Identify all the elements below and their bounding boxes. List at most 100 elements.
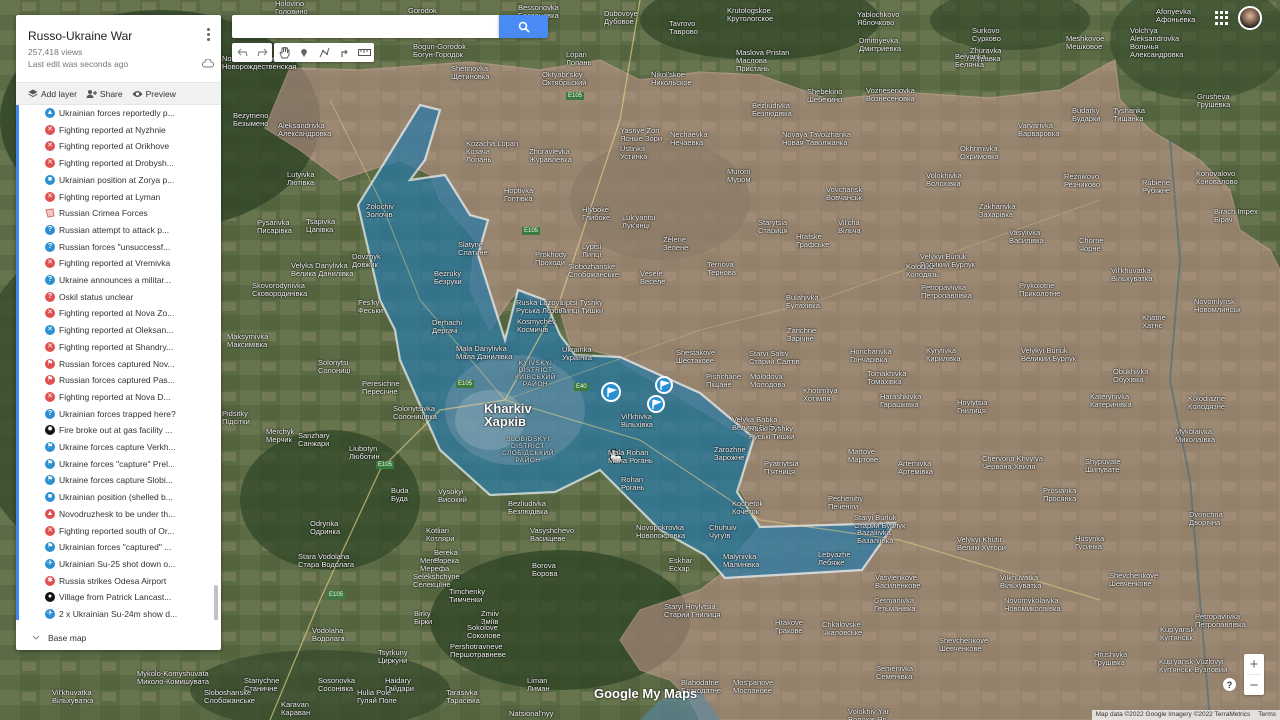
layer-item[interactable]: ? Ukraine announces a militar... — [45, 272, 171, 288]
layer-item[interactable]: ✕ Fighting reported at Shandry... — [45, 339, 173, 355]
place-label: Sosonovka Сосонівка — [318, 676, 356, 693]
layer-item[interactable]: ✕ Fighting reported south of Or... — [45, 523, 174, 539]
layer-item[interactable]: ⚑ Ukrainian forces "captured" ... — [45, 539, 171, 555]
layer-item[interactable]: ✱ Russia strikes Odesa Airport — [45, 573, 166, 589]
panel-scrollbar[interactable] — [214, 585, 218, 620]
add-layer-label: Add layer — [41, 88, 77, 99]
terms-link[interactable]: Terms — [1258, 710, 1276, 720]
preview-button[interactable]: Preview — [132, 89, 176, 99]
place-label: Dvorichna Дворічна — [1189, 510, 1223, 527]
layer-item[interactable]: ⚑ Russian forces captured Pas... — [45, 372, 175, 388]
place-label: Lebyazhe Лебяже — [818, 550, 851, 567]
layer-item[interactable]: ▲ Novodruzhesk to be under th... — [45, 506, 175, 522]
layer-item[interactable]: ? Ukrainian forces trapped here? — [45, 406, 176, 422]
map-title[interactable]: Russo-Ukraine War — [28, 29, 132, 43]
layer-item[interactable]: ■ Ukrainian position at Zorya p... — [45, 172, 174, 188]
crossed-swords-icon: ✕ — [45, 141, 55, 152]
layer-item[interactable]: ✕ Fighting reported at Nova Zo... — [45, 305, 174, 321]
draw-line-icon — [319, 47, 330, 58]
place-label: Derhachi Дергачі — [432, 318, 463, 335]
layers-icon — [28, 89, 38, 98]
place-label: Aleksandrivka Александровка — [278, 121, 332, 138]
directions-button[interactable] — [334, 43, 354, 62]
layer-item-label: Novodruzhesk to be under th... — [59, 508, 176, 519]
add-layer-button[interactable]: Add layer — [28, 89, 77, 99]
place-label: Pechenihy Печеніги — [828, 494, 864, 511]
zoom-in-button[interactable]: + — [1244, 654, 1264, 674]
place-label: Maslova Pristan Маслова Пристань — [736, 48, 790, 73]
layer-item[interactable]: ● Village from Patrick Lancast... — [45, 589, 171, 605]
search-input[interactable] — [232, 15, 499, 38]
measure-button[interactable] — [354, 43, 374, 62]
place-label: Luk'yantsi Лук'янці — [622, 213, 656, 230]
layer-item-label: Ukrainian forces trapped here? — [59, 408, 176, 419]
layer-item[interactable]: ? Oskil status unclear — [45, 289, 133, 305]
layer-item[interactable]: ✕ Fighting reported at Nyzhnie — [45, 122, 166, 138]
cloud-saved-icon — [202, 59, 214, 68]
place-label: Shevchenkove Шевченкове — [939, 636, 989, 653]
place-label: Zolochiv Золочів — [366, 202, 394, 219]
apps-grid-icon[interactable] — [1215, 11, 1229, 25]
layer-item[interactable]: ■ Ukrainian position (shelled b... — [45, 489, 173, 505]
layer-item[interactable]: ✕ Fighting reported at Vremivka — [45, 255, 170, 271]
layer-item[interactable]: ✕ Fighting reported at Orikhove — [45, 138, 169, 154]
layer-item[interactable]: ✈ Ukrainian Su-25 shot down o... — [45, 556, 175, 572]
layer-item[interactable]: ? Russian forces "unsuccessf... — [45, 239, 170, 255]
place-label: Velyka Danylivka Велика Данилівка — [291, 261, 354, 278]
place-label: Petropavlivka Петропавлівка — [1195, 612, 1246, 629]
share-button[interactable]: Share — [86, 89, 123, 99]
layer-item[interactable]: ⚑ Ukraine forces "capture" Prel... — [45, 456, 175, 472]
layer-item[interactable]: ✈ 2 x Ukrainian Su-24m show d... — [45, 606, 177, 620]
place-label: Kolodiazne Колодязне — [1188, 394, 1226, 411]
layer-item[interactable]: ✕ Fighting reported at Oleksan... — [45, 322, 173, 338]
place-label: Tomakhivka Томахівка — [867, 369, 907, 386]
layer-item-label: Russian forces captured Nov... — [59, 358, 175, 369]
question-icon: ? — [45, 291, 55, 302]
layer-item[interactable]: ▲ Ukrainian forces reportedly p... — [45, 105, 175, 121]
more-options-button[interactable] — [202, 27, 214, 41]
layer-item[interactable]: ✕ Fighting reported at Lyman — [45, 189, 160, 205]
place-label: Lutyivka Лютівка — [287, 170, 315, 187]
layer-item[interactable]: ⚑ Ukraine forces capture Slobi... — [45, 472, 173, 488]
search-button[interactable] — [499, 15, 548, 38]
add-marker-button[interactable] — [294, 43, 314, 62]
place-label: Vil'khuvatka Вільхуватка — [1111, 266, 1153, 283]
layer-item[interactable]: ✕ Fighting reported at Drobysh... — [45, 155, 174, 171]
map-toolbar — [232, 43, 374, 62]
undo-button[interactable] — [232, 43, 252, 62]
eye-icon — [132, 90, 143, 97]
dot-icon — [206, 32, 210, 36]
layer-item-label: Fighting reported south of Or... — [59, 525, 175, 536]
place-label: Chorne Чорне — [1079, 236, 1104, 253]
flag-marker — [601, 382, 621, 402]
layer-item[interactable]: ✕ Fighting reported at Nova D... — [45, 389, 171, 405]
place-label: Konovalovo Коновалово — [1196, 169, 1238, 186]
layer-item-label: Ukraine forces capture Slobi... — [59, 475, 173, 486]
flag-icon: ⚑ — [45, 458, 55, 469]
draw-line-button[interactable] — [314, 43, 334, 62]
place-label: Merchyk Мерчик — [266, 427, 295, 444]
user-avatar[interactable] — [1238, 6, 1262, 30]
help-button[interactable]: ? — [1223, 678, 1236, 691]
base-map-toggle[interactable]: Base map — [32, 633, 86, 643]
layer-item[interactable]: ⚑ Russian forces captured Nov... — [45, 356, 175, 372]
layer-item-label: Ukraine forces capture Verkh... — [59, 442, 176, 452]
layer-item[interactable]: ✹ Fire broke out at gas facility ... — [45, 422, 172, 438]
place-label: Liubotyn Люботин — [349, 444, 380, 461]
layer-item-label: Russian forces "unsuccessf... — [59, 241, 171, 252]
place-label: Solonytsi Солониці — [318, 358, 351, 375]
zoom-controls: + − — [1244, 654, 1264, 695]
place-label: Murom Муром — [727, 167, 751, 184]
layer-item-label: Fighting reported at Lyman — [59, 191, 161, 202]
layer-item[interactable]: ? Russian attempt to attack p... — [45, 222, 169, 238]
crossed-swords-icon: ✕ — [45, 525, 55, 536]
district-label: SLOBIDSKYI DISTRICT СЛОБІДСЬКИЙ РАЙОН — [502, 436, 554, 464]
zoom-out-button[interactable]: − — [1244, 675, 1264, 695]
layer-item[interactable]: Russian Crimea Forces — [45, 205, 148, 221]
layer-item-label: Fighting reported at Shandry... — [59, 341, 174, 352]
layer-item[interactable]: ⚑ Ukraine forces capture Verkh... — [45, 439, 176, 455]
pan-tool-button[interactable] — [274, 43, 294, 62]
place-label: Bazaliivka Базаліївка — [857, 528, 894, 545]
last-edit-status: Last edit was seconds ago — [28, 59, 129, 69]
redo-button[interactable] — [252, 43, 272, 62]
